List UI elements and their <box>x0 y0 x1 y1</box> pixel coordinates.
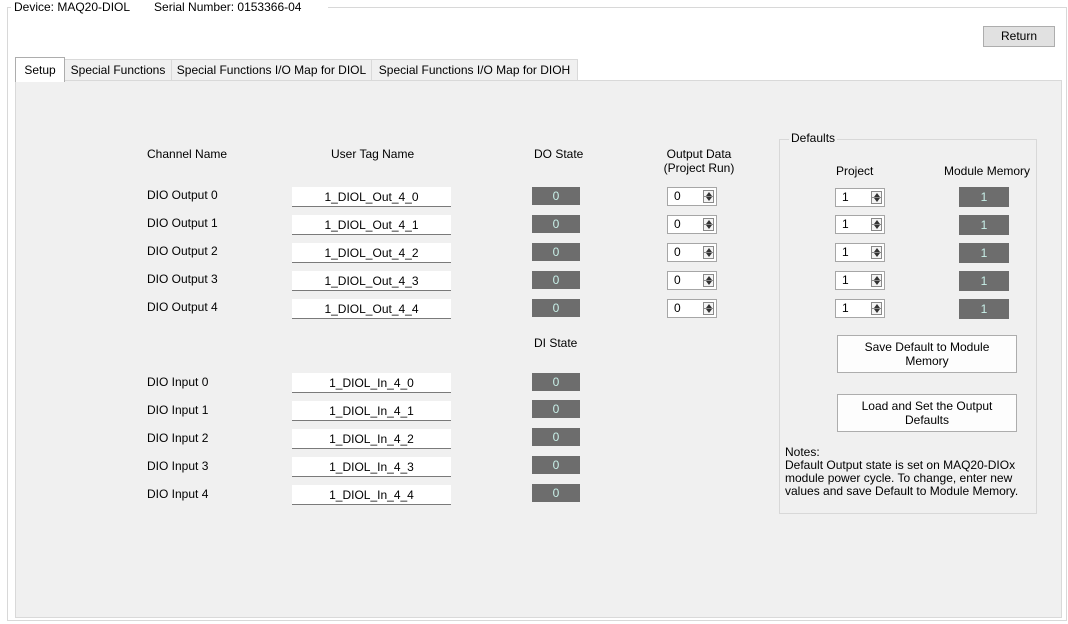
channel-name-output-4: DIO Output 4 <box>147 300 218 314</box>
module-memory-indicator-4: 1 <box>959 299 1009 319</box>
output-data-header: Output Data (Project Run) <box>654 147 744 175</box>
do-state-indicator-0: 0 <box>532 187 580 205</box>
channel-name-input-2: DIO Input 2 <box>147 431 209 445</box>
project-default-value-4: 1 <box>842 301 849 315</box>
output-data-spinner-3[interactable]: 0 <box>667 271 717 290</box>
spinner-arrows-icon[interactable] <box>703 274 714 287</box>
device-label: Device: MAQ20-DIOL <box>14 0 131 14</box>
di-state-indicator-1: 0 <box>532 400 580 418</box>
output-data-value-4: 0 <box>674 301 681 315</box>
user-tag-field-output-1[interactable]: 1_DIOL_Out_4_1 <box>292 215 451 235</box>
output-data-value-3: 0 <box>674 273 681 287</box>
user-tag-field-output-3[interactable]: 1_DIOL_Out_4_3 <box>292 271 451 291</box>
output-data-value-2: 0 <box>674 245 681 259</box>
user-tag-field-output-4[interactable]: 1_DIOL_Out_4_4 <box>292 299 451 319</box>
user-tag-name-header: User Tag Name <box>331 147 415 161</box>
channel-name-output-2: DIO Output 2 <box>147 244 218 258</box>
user-tag-field-input-0[interactable]: 1_DIOL_In_4_0 <box>292 373 451 393</box>
return-button[interactable]: Return <box>983 26 1055 47</box>
spinner-arrows-icon[interactable] <box>703 190 714 203</box>
project-default-value-1: 1 <box>842 217 849 231</box>
spinner-arrows-icon[interactable] <box>871 302 882 315</box>
output-data-value-1: 0 <box>674 217 681 231</box>
di-state-header: DI State <box>534 336 578 350</box>
channel-name-input-1: DIO Input 1 <box>147 403 209 417</box>
module-memory-header: Module Memory <box>944 164 1031 178</box>
project-default-spinner-1[interactable]: 1 <box>835 215 885 234</box>
channel-name-output-3: DIO Output 3 <box>147 272 218 286</box>
spinner-arrows-icon[interactable] <box>871 191 882 204</box>
tab-special-functions-io-map-diol[interactable]: Special Functions I/O Map for DIOL <box>171 59 372 80</box>
load-defaults-button-line1: Load and Set the Output <box>861 399 993 413</box>
di-state-indicator-3: 0 <box>532 456 580 474</box>
save-default-button-line1: Save Default to Module <box>864 340 990 354</box>
user-tag-field-output-0[interactable]: 1_DIOL_Out_4_0 <box>292 187 451 207</box>
notes-line-3: values and save Default to Module Memory… <box>785 484 1019 498</box>
do-state-indicator-2: 0 <box>532 243 580 261</box>
do-state-indicator-4: 0 <box>532 299 580 317</box>
project-default-spinner-2[interactable]: 1 <box>835 243 885 262</box>
user-tag-field-input-1[interactable]: 1_DIOL_In_4_1 <box>292 401 451 421</box>
output-data-spinner-0[interactable]: 0 <box>667 187 717 206</box>
project-default-spinner-4[interactable]: 1 <box>835 299 885 318</box>
project-default-spinner-0[interactable]: 1 <box>835 188 885 207</box>
spinner-arrows-icon[interactable] <box>871 274 882 287</box>
project-default-value-3: 1 <box>842 273 849 287</box>
module-memory-indicator-2: 1 <box>959 243 1009 263</box>
channel-name-input-3: DIO Input 3 <box>147 459 209 473</box>
spinner-arrows-icon[interactable] <box>871 218 882 231</box>
spinner-arrows-icon[interactable] <box>703 302 714 315</box>
defaults-title: Defaults <box>789 131 838 146</box>
save-default-to-module-memory-button[interactable]: Save Default to Module Memory <box>837 335 1017 373</box>
module-memory-indicator-1: 1 <box>959 215 1009 235</box>
project-default-value-0: 1 <box>842 190 849 204</box>
project-header: Project <box>836 164 874 178</box>
channel-name-output-0: DIO Output 0 <box>147 188 218 202</box>
serial-number-label: Serial Number: 0153366-04 <box>154 0 302 14</box>
output-data-spinner-4[interactable]: 0 <box>667 299 717 318</box>
output-data-spinner-1[interactable]: 0 <box>667 215 717 234</box>
do-state-indicator-1: 0 <box>532 215 580 233</box>
tab-special-functions[interactable]: Special Functions <box>64 59 172 80</box>
module-memory-indicator-3: 1 <box>959 271 1009 291</box>
di-state-indicator-4: 0 <box>532 484 580 502</box>
do-state-header: DO State <box>534 147 584 161</box>
device-header: Device: MAQ20-DIOL Serial Number: 0153366… <box>11 0 329 15</box>
di-state-indicator-0: 0 <box>532 373 580 391</box>
user-tag-field-output-2[interactable]: 1_DIOL_Out_4_2 <box>292 243 451 263</box>
spinner-arrows-icon[interactable] <box>703 246 714 259</box>
channel-name-input-4: DIO Input 4 <box>147 487 209 501</box>
do-state-indicator-3: 0 <box>532 271 580 289</box>
output-data-spinner-2[interactable]: 0 <box>667 243 717 262</box>
user-tag-field-input-4[interactable]: 1_DIOL_In_4_4 <box>292 485 451 505</box>
spinner-arrows-icon[interactable] <box>703 218 714 231</box>
module-memory-indicator-0: 1 <box>959 187 1009 207</box>
output-data-header-line2: (Project Run) <box>663 161 735 175</box>
user-tag-field-input-3[interactable]: 1_DIOL_In_4_3 <box>292 457 451 477</box>
output-data-header-line1: Output Data <box>666 147 732 161</box>
save-default-button-line2: Memory <box>905 354 949 368</box>
defaults-notes: Notes: Default Output state is set on MA… <box>785 446 1035 498</box>
spinner-arrows-icon[interactable] <box>871 246 882 259</box>
tab-setup[interactable]: Setup <box>15 57 65 82</box>
load-defaults-button-line2: Defaults <box>904 413 950 427</box>
channel-name-output-1: DIO Output 1 <box>147 216 218 230</box>
di-state-indicator-2: 0 <box>532 428 580 446</box>
output-data-value-0: 0 <box>674 189 681 203</box>
channel-name-input-0: DIO Input 0 <box>147 375 209 389</box>
channel-name-header: Channel Name <box>147 147 228 161</box>
project-default-value-2: 1 <box>842 245 849 259</box>
load-and-set-output-defaults-button[interactable]: Load and Set the Output Defaults <box>837 394 1017 432</box>
user-tag-field-input-2[interactable]: 1_DIOL_In_4_2 <box>292 429 451 449</box>
tab-special-functions-io-map-dioh[interactable]: Special Functions I/O Map for DIOH <box>371 59 578 80</box>
project-default-spinner-3[interactable]: 1 <box>835 271 885 290</box>
